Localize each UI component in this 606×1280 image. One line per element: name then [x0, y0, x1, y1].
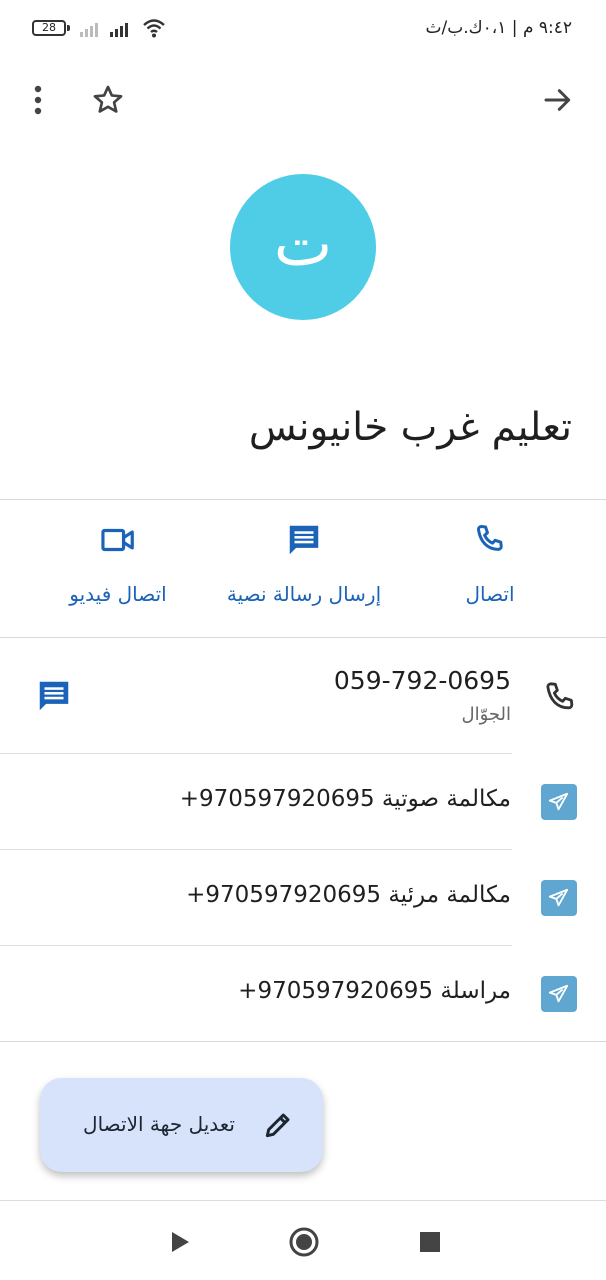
send-sms-action-button[interactable]: إرسال رسالة نصية: [214, 520, 394, 606]
telegram-icon: [541, 880, 577, 916]
square-icon: [420, 1232, 440, 1252]
divider: [0, 945, 512, 946]
back-button[interactable]: [538, 80, 578, 120]
avatar-letter: ت: [273, 206, 333, 280]
arrow-forward-icon: [544, 89, 571, 111]
call-action-label: اتصال: [465, 582, 515, 606]
nav-back-button[interactable]: [160, 1222, 200, 1262]
nav-home-button[interactable]: [284, 1222, 324, 1262]
contact-avatar: ت: [230, 174, 376, 320]
signal-no-sim-icon: [80, 23, 98, 37]
edit-pencil-icon: [261, 1108, 295, 1142]
status-time: ٩:٤٢ م | ٠،١ك.ب/ث: [425, 18, 573, 38]
battery-icon: 28: [32, 20, 66, 36]
more-vert-icon: [34, 85, 42, 115]
send-sms-action-label: إرسال رسالة نصية: [226, 582, 382, 606]
battery-nub: [67, 25, 70, 31]
nav-recents-button[interactable]: [410, 1222, 450, 1262]
edit-contact-button[interactable]: تعديل جهة الاتصال: [40, 1078, 323, 1172]
telegram-message-item[interactable]: مراسلة 970597920695+: [238, 978, 511, 1004]
call-action-button[interactable]: اتصال: [442, 520, 538, 606]
phone-row-icon[interactable]: [538, 676, 582, 720]
phone-number[interactable]: 059-792-0695: [334, 666, 511, 695]
divider: [0, 753, 512, 754]
divider: [0, 637, 606, 638]
divider: [0, 1041, 606, 1042]
message-icon: [39, 681, 69, 711]
more-options-button[interactable]: [18, 80, 58, 120]
telegram-video-call-item[interactable]: مكالمة مرئية 970597920695+: [186, 882, 511, 908]
home-circle-icon: [289, 1227, 319, 1257]
status-bar: 28 ٩:٤٢ م | ٠،١ك.ب/ث: [0, 0, 606, 60]
divider: [0, 849, 512, 850]
telegram-icon: [541, 976, 577, 1012]
phone-icon: [546, 682, 574, 710]
videocam-icon: [98, 520, 138, 560]
star-outline-icon: [93, 85, 123, 113]
phone-icon: [470, 520, 510, 560]
favorite-button[interactable]: [88, 80, 128, 120]
signal-icon: [110, 23, 128, 37]
divider: [0, 499, 606, 500]
contact-name: تعليم غرب خانيونس: [248, 405, 572, 450]
edit-contact-label: تعديل جهة الاتصال: [83, 1112, 235, 1136]
telegram-icon: [541, 784, 577, 820]
phone-type-label: الجوّال: [461, 704, 511, 725]
video-call-action-button[interactable]: اتصال فيديو: [50, 520, 186, 606]
telegram-voice-call-item[interactable]: مكالمة صوتية 970597920695+: [180, 786, 511, 812]
message-icon: [284, 520, 324, 560]
wifi-icon: [143, 19, 165, 38]
play-triangle-icon: [172, 1232, 189, 1252]
phone-message-button[interactable]: [32, 674, 76, 718]
video-call-action-label: اتصال فيديو: [69, 582, 167, 606]
